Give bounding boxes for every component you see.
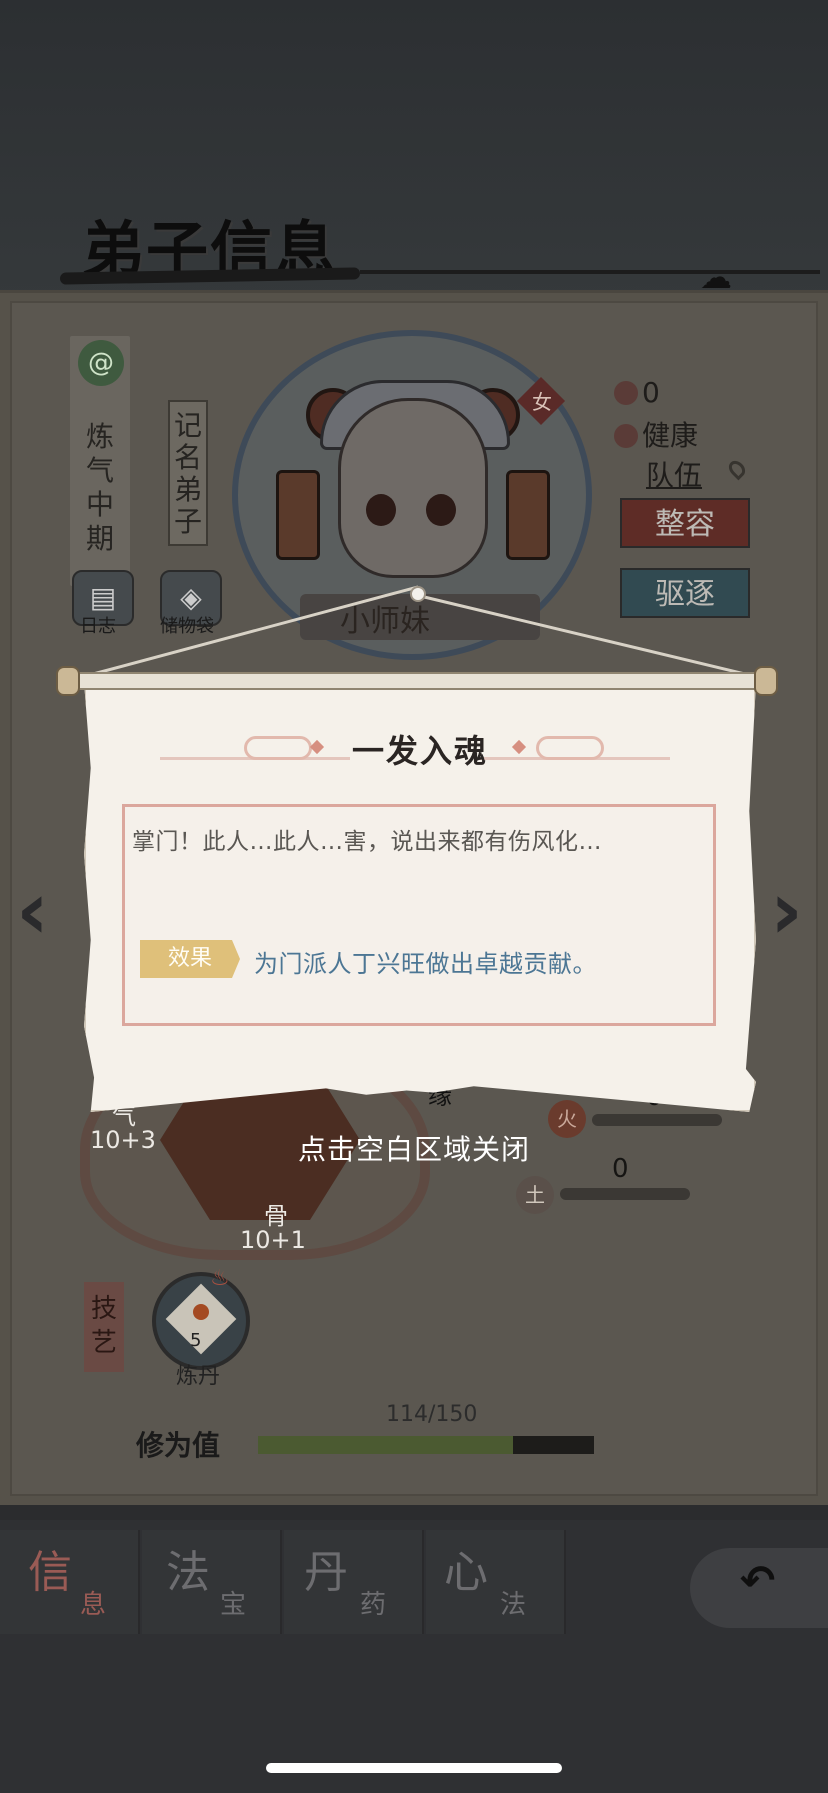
tab-pills-big: 丹 bbox=[304, 1547, 348, 1598]
skill-name: 炼丹 bbox=[176, 1364, 221, 1389]
tab-info-small: 息 bbox=[80, 1590, 107, 1620]
health-row: 健康 bbox=[614, 414, 698, 454]
fire-bar bbox=[592, 1114, 722, 1126]
brain-icon bbox=[614, 381, 638, 405]
tab-info-big: 信 bbox=[28, 1547, 72, 1598]
log-label: 日志 bbox=[80, 616, 116, 637]
tab-methods-small: 法 bbox=[500, 1590, 527, 1620]
cultivation-bar-fill bbox=[258, 1436, 514, 1454]
flame-icon: ♨ bbox=[210, 1266, 230, 1291]
cultivation-bar bbox=[258, 1436, 594, 1454]
health-status: 健康 bbox=[642, 419, 699, 452]
restyle-button[interactable]: 整容 bbox=[620, 498, 750, 548]
realm-label: 炼气中期 bbox=[85, 420, 114, 555]
cultivation-value: 114/150 bbox=[386, 1402, 478, 1427]
close-hint: 点击空白区域关闭 bbox=[297, 1133, 530, 1166]
cultivation-label: 修为值 bbox=[136, 1429, 221, 1462]
effect-badge: 效果 bbox=[140, 940, 240, 978]
eye-left bbox=[366, 494, 396, 526]
title-divider bbox=[360, 270, 820, 274]
tab-treasures[interactable] bbox=[142, 1530, 282, 1634]
expel-button[interactable]: 驱逐 bbox=[620, 568, 750, 618]
team-link[interactable]: 队伍 bbox=[646, 454, 702, 494]
stat-count: 0 bbox=[642, 376, 660, 409]
avatar bbox=[338, 398, 488, 578]
prev-arrow-icon[interactable]: ‹ bbox=[16, 864, 49, 957]
eye-right bbox=[426, 494, 456, 526]
heart-icon bbox=[614, 424, 638, 448]
lantern-right bbox=[506, 470, 550, 560]
lantern-left bbox=[276, 470, 320, 560]
tab-treasures-big: 法 bbox=[166, 1547, 210, 1598]
tab-treasures-small: 宝 bbox=[220, 1590, 247, 1620]
bag-label: 储物袋 bbox=[160, 616, 214, 637]
dialog-title: 一发入魂 bbox=[351, 732, 488, 770]
skill-level: 5 bbox=[190, 1330, 202, 1351]
hanging-pin bbox=[410, 586, 426, 602]
effect-text: 为门派人丁兴旺做出卓越贡献。 bbox=[254, 950, 597, 978]
scroll-rod-end-left bbox=[56, 666, 80, 696]
tab-pills-small: 药 bbox=[360, 1590, 387, 1620]
dialog-description: 掌门！此人…此人…害，说出来都有伤风化… bbox=[132, 829, 602, 855]
gender-label: 女 bbox=[532, 390, 552, 414]
pill-icon bbox=[193, 1304, 209, 1320]
stat-count-row: 0 bbox=[614, 376, 660, 409]
home-indicator[interactable] bbox=[266, 1763, 562, 1773]
next-arrow-icon[interactable]: › bbox=[770, 864, 803, 957]
scroll-rod-end-right bbox=[754, 666, 778, 696]
earth-element-icon: 土 bbox=[516, 1176, 554, 1214]
screen[interactable]: 弟子信息 ☁ @ 炼气中期 记名弟子 ▤ 日志 ◈ 储物袋 小师妹 女 0 健康… bbox=[0, 0, 828, 1793]
earth-bar bbox=[560, 1188, 690, 1200]
tab-methods-big: 心 bbox=[444, 1547, 488, 1598]
skills-section-label: 技艺 bbox=[84, 1282, 124, 1372]
bone-value: 10+1 bbox=[240, 1226, 306, 1254]
dialog-title-wrap: 一发入魂 bbox=[84, 726, 756, 772]
scroll-rod bbox=[56, 672, 776, 690]
rank-label: 记名弟子 bbox=[174, 409, 203, 538]
back-arrow-icon: ↶ bbox=[740, 1556, 776, 1605]
swirl-icon: @ bbox=[78, 340, 124, 386]
